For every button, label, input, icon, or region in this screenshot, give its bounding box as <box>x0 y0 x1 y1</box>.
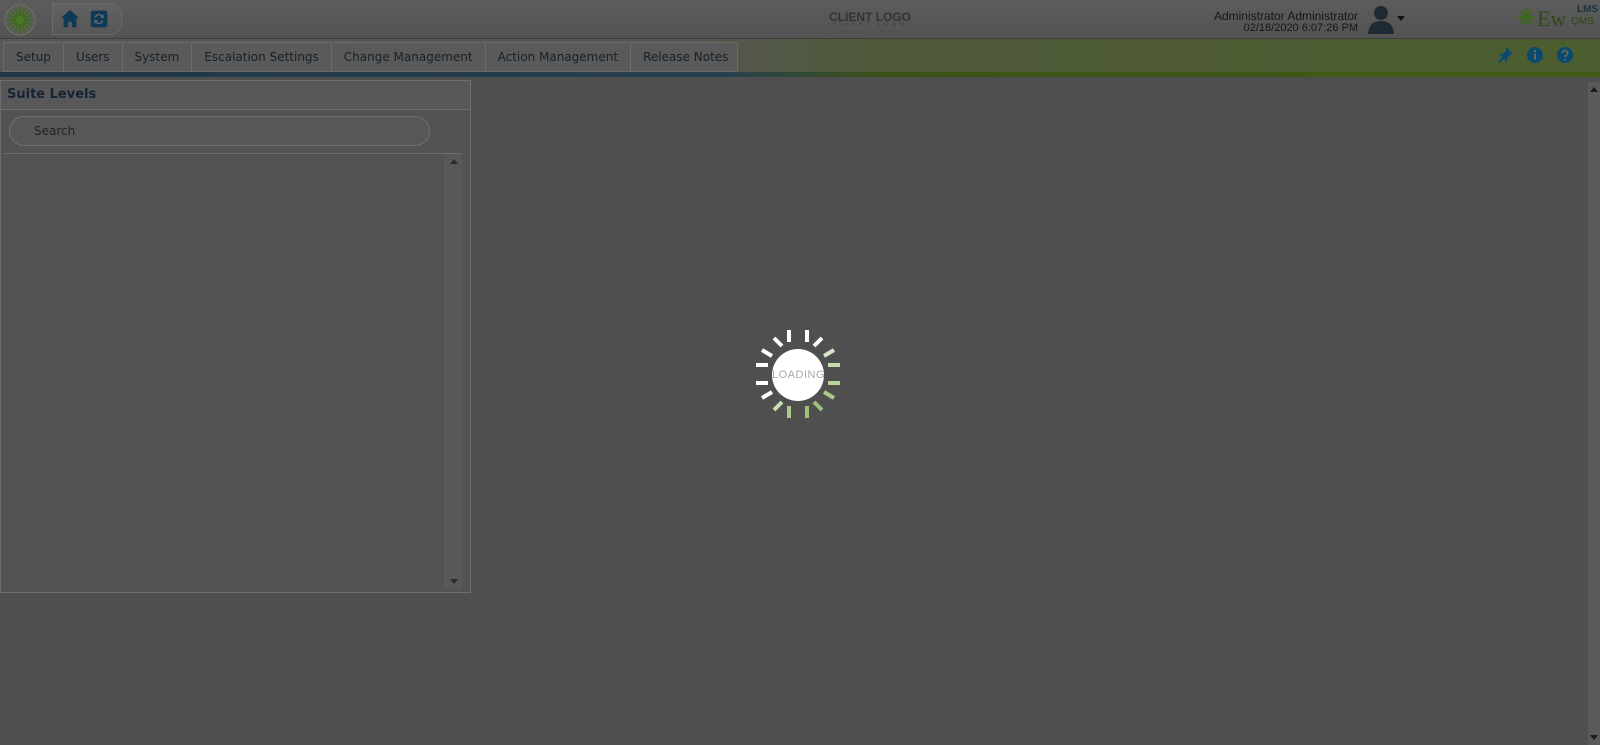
pin-icon[interactable] <box>1496 46 1514 64</box>
nav-item-users[interactable]: Users <box>64 43 123 71</box>
scroll-down-icon[interactable] <box>1590 735 1598 741</box>
brand-ew-text: Ew <box>1537 6 1567 31</box>
brand-lms-text: LMS <box>1577 4 1599 15</box>
chevron-down-icon[interactable] <box>1396 14 1406 22</box>
brand-flower-icon <box>1517 8 1535 26</box>
info-icon[interactable] <box>1526 46 1544 64</box>
user-name: Administrator Administrator <box>1213 9 1358 23</box>
current-datetime: 02/18/2020 6:07:26 PM <box>1243 22 1358 34</box>
refresh-icon[interactable] <box>89 9 109 29</box>
top-header: CLIENT LOGO CLIENT LOGO Administrator Ad… <box>0 0 1600 39</box>
nav-tools <box>1496 46 1574 64</box>
quick-actions <box>52 3 122 35</box>
nav-item-action-management[interactable]: Action Management <box>486 43 632 71</box>
nav-menu: Setup Users System Escalation Settings C… <box>3 42 739 72</box>
panel-title: Suite Levels <box>1 81 470 110</box>
main-nav: Setup Users System Escalation Settings C… <box>0 39 1600 72</box>
user-avatar-icon[interactable] <box>1367 4 1395 34</box>
nav-accent-stripe <box>0 72 1600 77</box>
scroll-up-icon[interactable] <box>1590 86 1598 92</box>
suite-levels-panel: Suite Levels <box>0 80 471 593</box>
client-logo: CLIENT LOGO CLIENT LOGO <box>818 10 922 28</box>
client-logo-subtext: CLIENT LOGO <box>833 22 907 28</box>
search-container <box>9 116 430 146</box>
list-scrollbar[interactable] <box>445 154 462 589</box>
brand-logo: Ew LMS QMS <box>1517 3 1599 35</box>
brand-qms-text: QMS <box>1571 16 1594 27</box>
loading-label: LOADING <box>772 349 825 401</box>
home-icon[interactable] <box>59 8 81 30</box>
nav-item-change-management[interactable]: Change Management <box>332 43 486 71</box>
scroll-down-icon[interactable] <box>450 579 458 585</box>
main-scrollbar[interactable] <box>1588 82 1600 745</box>
nav-item-escalation-settings[interactable]: Escalation Settings <box>192 43 332 71</box>
search-input[interactable] <box>9 116 430 146</box>
nav-item-setup[interactable]: Setup <box>4 43 64 71</box>
nav-item-release-notes[interactable]: Release Notes <box>631 43 737 71</box>
suite-levels-list[interactable] <box>4 153 462 589</box>
nav-item-system[interactable]: System <box>123 43 193 71</box>
app-logo-icon[interactable] <box>4 4 36 36</box>
help-icon[interactable] <box>1556 46 1574 64</box>
scroll-up-icon[interactable] <box>450 158 458 164</box>
